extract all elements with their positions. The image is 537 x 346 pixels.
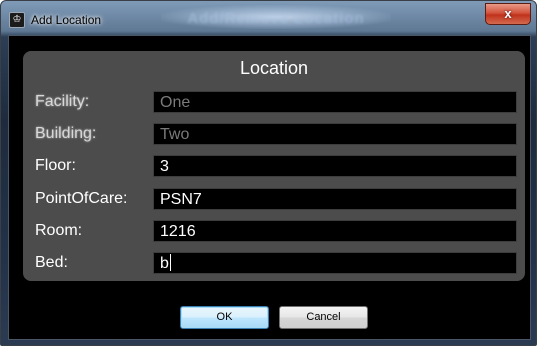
building-label: Building: (35, 125, 97, 142)
bed-label: Bed: (35, 254, 68, 271)
close-icon: x (504, 6, 512, 21)
facility-row: Facility: One (23, 91, 525, 115)
title-bar[interactable]: Add/Remove Location ♔ Add Location x (1, 1, 536, 35)
panel-title: Location (239, 58, 309, 78)
building-field: Two (153, 123, 517, 145)
point-of-care-field[interactable]: PSN7 (153, 188, 517, 210)
cancel-button[interactable]: Cancel (279, 306, 368, 329)
floor-row: Floor: 3 (23, 155, 525, 179)
floor-field[interactable]: 3 (153, 155, 517, 177)
window-title: Add Location (31, 13, 102, 27)
building-row: Building: Two (23, 123, 525, 147)
facility-label: Facility: (35, 93, 90, 110)
point-of-care-label: PointOfCare: (35, 190, 128, 207)
point-of-care-row: PointOfCare: PSN7 (23, 188, 525, 212)
room-field[interactable]: 1216 (153, 220, 517, 242)
location-panel: Location Facility: One Building: Two Flo… (23, 51, 525, 281)
dialog-client-area: Location Facility: One Building: Two Flo… (8, 35, 531, 340)
floor-label: Floor: (35, 157, 76, 174)
room-label: Room: (35, 222, 83, 239)
room-row: Room: 1216 (23, 220, 525, 244)
bed-field[interactable]: b (153, 252, 517, 274)
ok-button[interactable]: OK (180, 306, 269, 329)
bed-row: Bed: b (23, 252, 525, 276)
app-icon[interactable]: ♔ (9, 12, 25, 28)
close-button[interactable]: x (485, 3, 531, 25)
background-window-title: Add/Remove Location (187, 10, 365, 27)
bed-field-text: b (160, 255, 169, 272)
dialog-window: Add/Remove Location ♔ Add Location x Loc… (0, 0, 537, 346)
text-cursor (169, 254, 171, 271)
facility-field: One (153, 91, 517, 113)
